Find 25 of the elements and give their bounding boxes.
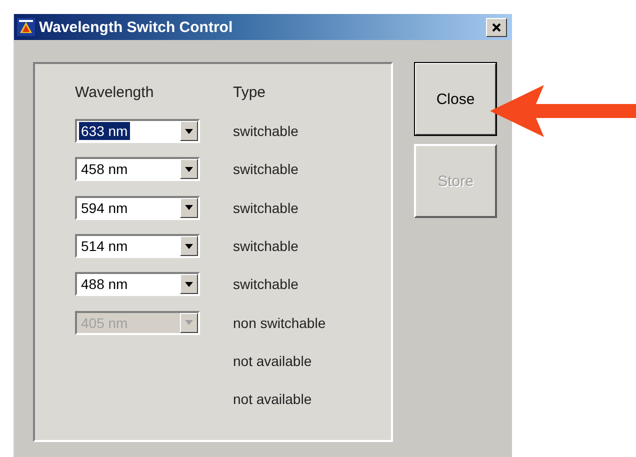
type-label: not available bbox=[233, 391, 313, 408]
caret-icon bbox=[185, 244, 193, 249]
column-header: Type bbox=[233, 84, 267, 100]
type-label: switchable bbox=[233, 276, 300, 292]
type-label: switchable bbox=[233, 123, 300, 140]
wavelength-dropdown[interactable]: 594 nm bbox=[75, 196, 200, 220]
caret-icon bbox=[185, 320, 193, 326]
wavelength-dropdown[interactable]: 633 nm bbox=[75, 119, 200, 144]
caret-icon bbox=[185, 282, 193, 287]
caret-icon bbox=[185, 128, 193, 134]
app-icon bbox=[17, 18, 35, 36]
wavelength-dropdown[interactable]: 514 nm bbox=[75, 234, 200, 258]
close-icon[interactable] bbox=[486, 18, 507, 36]
column-header: Wavelength bbox=[75, 84, 155, 100]
caret-icon bbox=[185, 205, 193, 210]
caret-icon bbox=[185, 166, 193, 172]
type-label: non switchable bbox=[233, 314, 327, 331]
type-label: switchable bbox=[233, 161, 300, 178]
close-button[interactable]: Close bbox=[414, 62, 497, 136]
wavelength-dropdown[interactable]: 458 nm bbox=[75, 157, 200, 182]
type-label: switchable bbox=[233, 200, 300, 216]
type-label: switchable bbox=[233, 238, 300, 254]
type-label: not available bbox=[233, 352, 313, 369]
wavelength-dropdown[interactable]: 488 nm bbox=[75, 272, 200, 296]
window-title: Wavelength Switch Control bbox=[39, 18, 234, 36]
